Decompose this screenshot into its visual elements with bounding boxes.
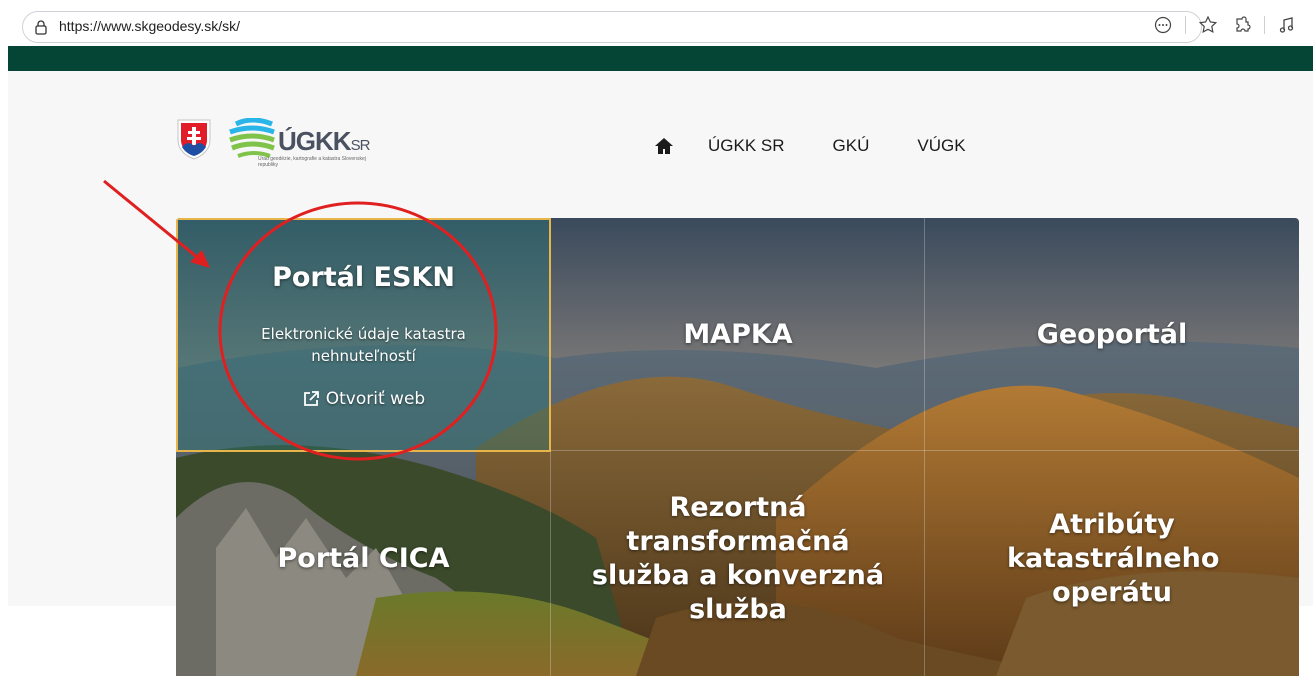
open-web-label: Otvoriť web: [325, 389, 426, 409]
tile-title: Geoportál: [1036, 319, 1188, 350]
tile-cadastral-attributes[interactable]: Atribúty katastrálneho operátu: [925, 452, 1299, 676]
main-nav: ÚGKK SR GKÚ VÚGK: [654, 136, 1014, 156]
browser-toolbar: [1151, 13, 1299, 37]
tile-portal-cica[interactable]: Portál CICA: [176, 452, 551, 676]
external-link-icon: [303, 391, 319, 406]
open-web-link[interactable]: Otvoriť web: [302, 389, 425, 409]
tile-title: Atribúty katastrálneho operátu: [1007, 509, 1220, 608]
lock-icon[interactable]: [33, 19, 49, 35]
tile-portal-eskn[interactable]: Portál ESKN Elektronické údaje katastra …: [176, 218, 551, 452]
logo-subtitle: Úrad geodézie, kartografie a katastra Sl…: [258, 156, 366, 168]
extensions-icon[interactable]: [1230, 13, 1254, 37]
slovak-coat-of-arms-icon: [177, 119, 211, 160]
nav-link-ugkk-sr[interactable]: ÚGKK SR: [708, 136, 785, 156]
tile-transformation-service[interactable]: Rezortná transformačná služba a konverzn…: [551, 452, 925, 676]
tile-title: Portál ESKN: [272, 262, 455, 293]
ugkk-waves-icon: [229, 118, 275, 158]
logo-wordmark: ÚGKKSR: [278, 126, 371, 157]
favorite-star-icon[interactable]: [1196, 13, 1220, 37]
tile-geoportal[interactable]: Geoportál: [925, 218, 1299, 452]
nav-link-vugk[interactable]: VÚGK: [917, 136, 965, 156]
more-icon[interactable]: [1151, 13, 1175, 37]
tile-title: MAPKA: [683, 319, 793, 350]
reading-mode-icon[interactable]: [1275, 13, 1299, 37]
tile-mapka[interactable]: MAPKA: [551, 218, 925, 452]
top-green-strip: [8, 46, 1313, 71]
nav-link-gku[interactable]: GKÚ: [833, 136, 870, 156]
tile-title: Portál CICA: [277, 543, 450, 574]
browser-address-bar: https://www.skgeodesy.sk/sk/: [0, 0, 1313, 46]
url-box[interactable]: https://www.skgeodesy.sk/sk/: [22, 11, 1202, 43]
url-text[interactable]: https://www.skgeodesy.sk/sk/: [59, 18, 240, 34]
toolbar-divider: [1264, 16, 1265, 34]
logo-name: ÚGKK: [278, 126, 352, 156]
home-icon[interactable]: [654, 137, 674, 155]
toolbar-divider: [1185, 16, 1186, 34]
logo-suffix: SR: [350, 137, 371, 154]
tile-title: Rezortná transformačná služba a konverzn…: [591, 492, 885, 625]
service-tiles-grid: Portál ESKN Elektronické údaje katastra …: [176, 218, 1299, 676]
tile-description: Elektronické údaje katastra nehnuteľnost…: [261, 325, 466, 365]
